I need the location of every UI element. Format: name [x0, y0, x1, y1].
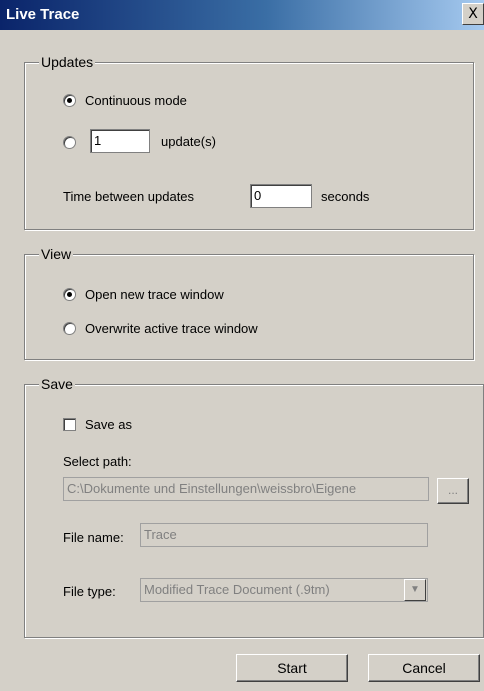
file-name-input[interactable]: Trace [140, 523, 428, 547]
select-path-label: Select path: [63, 454, 132, 469]
continuous-mode-option[interactable]: Continuous mode [63, 90, 187, 110]
browse-button[interactable]: ... [437, 478, 469, 504]
save-legend: Save [39, 376, 75, 392]
open-new-window-label: Open new trace window [85, 286, 224, 302]
updates-legend: Updates [39, 54, 96, 70]
continuous-mode-label: Continuous mode [85, 92, 187, 108]
open-new-window-option[interactable]: Open new trace window [63, 284, 224, 304]
update-count-unit: update(s) [161, 134, 216, 149]
live-trace-dialog: Live Trace X Updates Continuous mode 1 u… [0, 0, 484, 691]
title-bar[interactable]: Live Trace X [0, 0, 484, 30]
time-between-updates-input[interactable]: 0 [250, 184, 312, 208]
update-count-input[interactable]: 1 [90, 129, 150, 153]
save-as-label: Save as [85, 416, 132, 432]
save-as-option[interactable]: Save as [63, 414, 132, 434]
continuous-mode-radio[interactable] [63, 93, 76, 107]
time-unit-label: seconds [321, 189, 370, 204]
path-input[interactable]: C:\Dokumente und Einstellungen\weissbro\… [63, 477, 429, 501]
overwrite-window-option[interactable]: Overwrite active trace window [63, 318, 258, 338]
cancel-button[interactable]: Cancel [368, 654, 480, 682]
save-as-checkbox[interactable] [63, 417, 76, 431]
overwrite-window-label: Overwrite active trace window [85, 320, 258, 336]
overwrite-window-radio[interactable] [63, 321, 76, 335]
close-icon: X [468, 6, 478, 22]
file-name-label: File name: [63, 530, 124, 545]
file-type-value: Modified Trace Document (.9tm) [144, 582, 330, 597]
file-type-select[interactable]: Modified Trace Document (.9tm) [140, 578, 428, 602]
open-new-window-radio[interactable] [63, 287, 76, 301]
close-button[interactable]: X [462, 3, 484, 25]
view-legend: View [39, 246, 74, 262]
update-count-radio[interactable] [63, 135, 76, 149]
start-button[interactable]: Start [236, 654, 348, 682]
window-title: Live Trace [6, 6, 80, 23]
file-type-dropdown-button[interactable]: ▼ [404, 579, 426, 601]
update-count-option[interactable] [63, 132, 85, 152]
chevron-down-icon: ▼ [410, 584, 420, 595]
view-group: View [24, 246, 474, 360]
file-type-label: File type: [63, 584, 116, 599]
time-between-updates-label: Time between updates [63, 189, 195, 204]
